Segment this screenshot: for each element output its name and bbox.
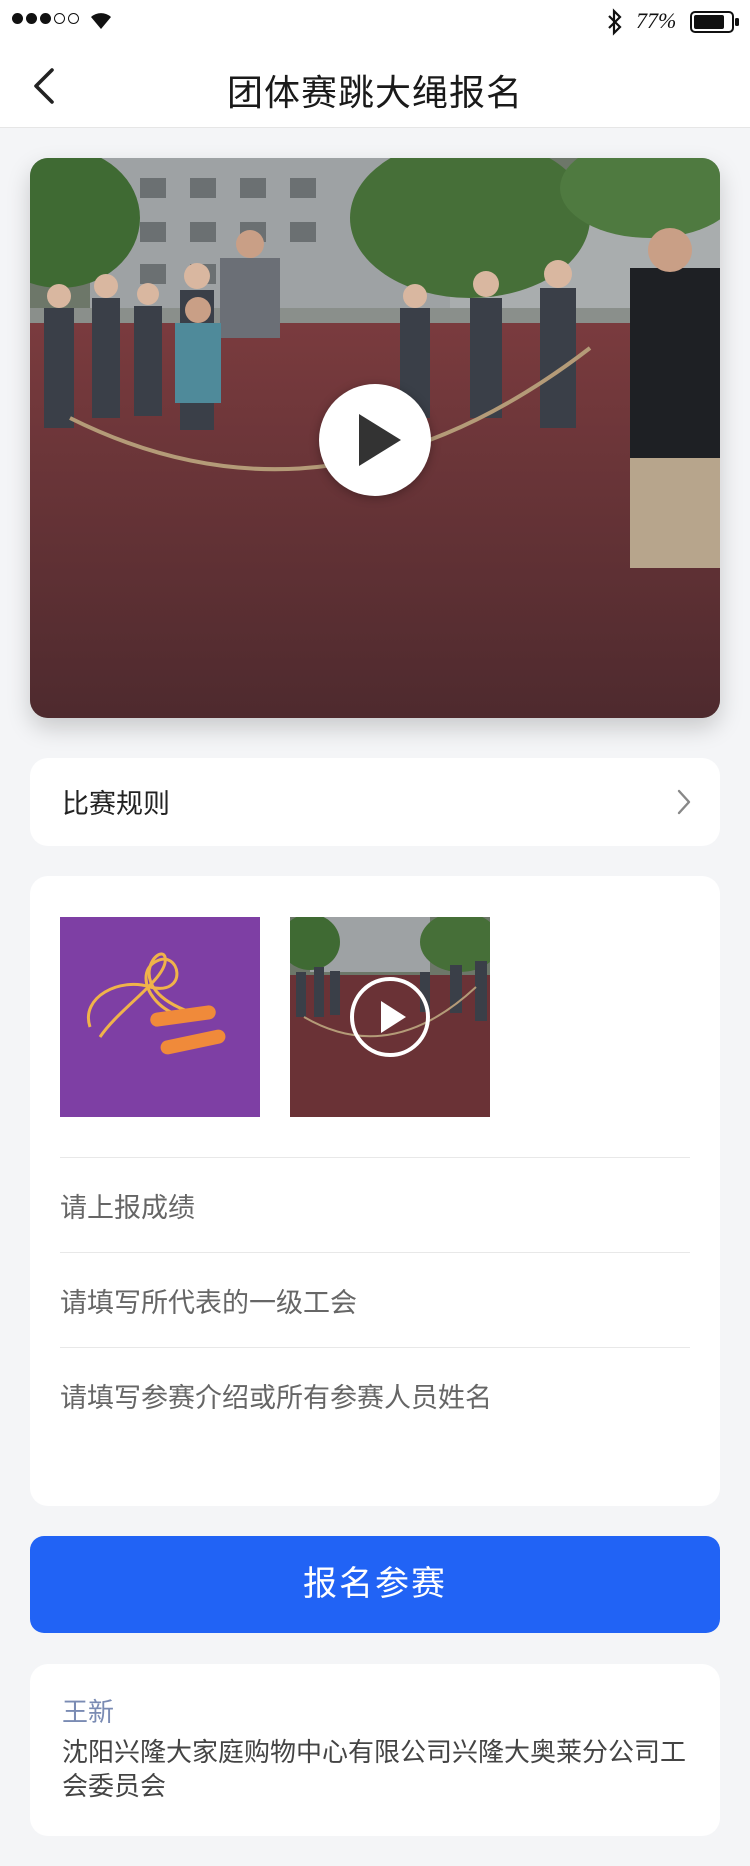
wifi-icon: [91, 13, 111, 29]
union-field[interactable]: 请填写所代表的一级工会: [60, 1252, 690, 1347]
signal-strength-icon: [12, 13, 79, 24]
jump-rope-image[interactable]: [60, 917, 260, 1117]
union-placeholder: 请填写所代表的一级工会: [60, 1288, 357, 1319]
registration-form: 请上报成绩 请填写所代表的一级工会 请填写参赛介绍或所有参赛人员姓名: [30, 876, 720, 1506]
hero-play-button[interactable]: [319, 384, 431, 496]
rules-row[interactable]: 比赛规则: [30, 758, 720, 846]
video-play-button[interactable]: [350, 977, 430, 1057]
play-icon: [359, 414, 401, 466]
members-field[interactable]: 请填写参赛介绍或所有参赛人员姓名: [60, 1347, 690, 1442]
battery-percent: 77%: [636, 8, 677, 33]
organizer-description: 沈阳兴隆大家庭购物中心有限公司兴隆大奥莱分公司工会委员会: [62, 1738, 687, 1802]
nav-bar: 团体赛跳大绳报名: [0, 44, 750, 128]
hero-video[interactable]: [30, 158, 720, 718]
score-placeholder: 请上报成绩: [60, 1193, 195, 1224]
chevron-right-icon: [677, 789, 691, 815]
submit-button[interactable]: 报名参赛: [30, 1536, 720, 1633]
score-field[interactable]: 请上报成绩: [60, 1157, 690, 1252]
status-bar: 77%: [0, 0, 750, 44]
members-placeholder: 请填写参赛介绍或所有参赛人员姓名: [60, 1383, 492, 1414]
jump-rope-image-icon: [86, 952, 226, 1055]
page-title: 团体赛跳大绳报名: [226, 73, 523, 114]
organizer-name: 王新: [62, 1698, 115, 1728]
bluetooth-icon: [608, 8, 622, 36]
organizer-card: 王新 沈阳兴隆大家庭购物中心有限公司兴隆大奥莱分公司工会委员会: [30, 1664, 720, 1836]
play-icon: [381, 1001, 406, 1033]
battery-icon: [690, 11, 739, 33]
video-thumbnail[interactable]: [290, 917, 490, 1117]
rules-label: 比赛规则: [62, 789, 170, 820]
